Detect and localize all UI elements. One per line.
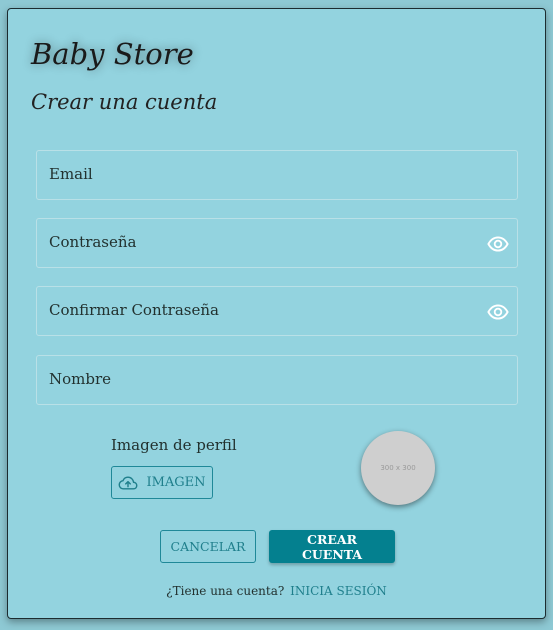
password-field[interactable]: Contraseña — [36, 218, 518, 268]
eye-icon[interactable] — [487, 301, 509, 323]
name-label: Nombre — [49, 370, 112, 388]
login-prompt: ¿Tiene una cuenta? INICIA SESIÓN — [8, 584, 545, 598]
email-label: Email — [49, 165, 93, 183]
profile-image-label: Imagen de perfil — [111, 436, 237, 454]
avatar-placeholder-text: 300 x 300 — [380, 464, 416, 472]
register-card: Baby Store Crear una cuenta Email Contra… — [7, 8, 546, 619]
avatar-preview: 300 x 300 — [361, 431, 435, 505]
brand-title: Baby Store — [31, 37, 194, 71]
confirm-password-label: Confirmar Contraseña — [49, 301, 219, 319]
login-prompt-text: ¿Tiene una cuenta? — [166, 584, 285, 598]
password-label: Contraseña — [49, 233, 137, 251]
create-account-button[interactable]: CREAR CUENTA — [269, 530, 395, 563]
login-link[interactable]: INICIA SESIÓN — [290, 584, 387, 598]
upload-image-button[interactable]: IMAGEN — [111, 466, 213, 499]
upload-image-label: IMAGEN — [146, 475, 206, 490]
email-field[interactable]: Email — [36, 150, 518, 200]
eye-icon[interactable] — [487, 233, 509, 255]
cancel-button[interactable]: CANCELAR — [160, 530, 256, 563]
confirm-password-field[interactable]: Confirmar Contraseña — [36, 286, 518, 336]
page-subtitle: Crear una cuenta — [31, 90, 218, 114]
name-field[interactable]: Nombre — [36, 355, 518, 405]
cloud-upload-icon — [118, 475, 138, 490]
